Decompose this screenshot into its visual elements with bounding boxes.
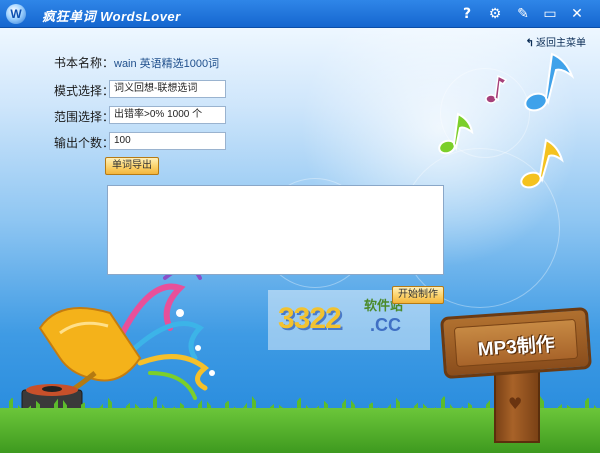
main-panel: ↰ 返回主菜单 书本名称： wain 英语精选1000词 模式选择： 词义回想-… [0, 28, 600, 453]
mp3-make-sign-button[interactable]: MP3制作 [440, 306, 592, 380]
output-textarea[interactable] [107, 185, 444, 275]
book-name-value: wain 英语精选1000词 [114, 58, 220, 70]
watermark-domain: .CC [370, 315, 401, 335]
music-note-icon [485, 74, 508, 104]
close-icon[interactable]: ✕ [568, 5, 586, 23]
color-swirl-decoration [117, 266, 215, 400]
app-title: 疯狂单词 WordsLover [42, 9, 181, 24]
music-note-icon [520, 138, 564, 189]
sign-inner-panel: MP3制作 [453, 318, 579, 368]
start-making-button[interactable]: 开始制作 [392, 286, 444, 304]
music-note-icon [524, 52, 575, 112]
minimize-icon[interactable]: ▭ [541, 5, 559, 23]
settings-icon[interactable]: ⚙ [486, 5, 504, 23]
range-select-label: 范围选择： [54, 110, 115, 124]
app-logo-icon: W [6, 4, 26, 24]
export-words-button[interactable]: 单词导出 [105, 157, 159, 175]
output-count-input[interactable]: 100 [109, 132, 226, 150]
mode-select-field[interactable]: 词义回想-联想选词 [109, 80, 226, 98]
edit-icon[interactable]: ✎ [514, 5, 532, 23]
heart-icon: ♥ [508, 394, 523, 413]
sign-post: ♥ [494, 368, 540, 443]
watermark-number: 3322 [278, 302, 342, 335]
range-select-field[interactable]: 出错率>0% 1000 个 [109, 106, 226, 124]
output-count-label: 输出个数： [54, 136, 115, 150]
mode-select-label: 模式选择： [54, 84, 115, 98]
gramophone-icon [21, 307, 142, 413]
sign-label: MP3制作 [477, 334, 556, 361]
help-icon[interactable]: ? [458, 5, 476, 23]
title-bar: W 疯狂单词 WordsLover ? ⚙ ✎ ▭ ✕ [0, 0, 600, 28]
book-name-label: 书本名称： [54, 56, 115, 70]
music-note-icon [438, 112, 474, 155]
